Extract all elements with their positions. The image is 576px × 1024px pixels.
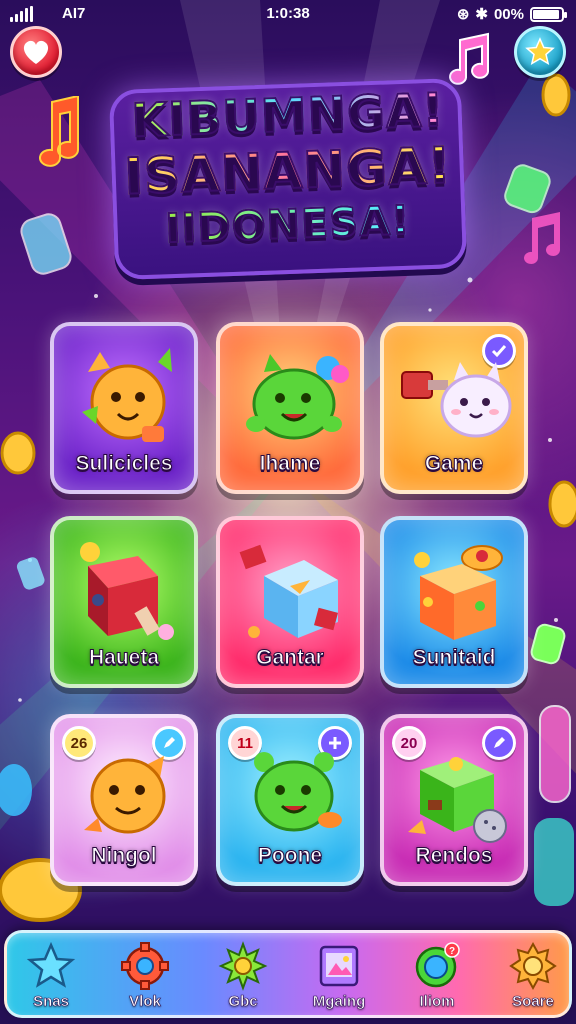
coin-icon (0, 431, 36, 475)
nav-item-snas[interactable]: Snas (3, 939, 99, 1017)
status-bar: AI7 1:0:38 ⊛ ✱ 00% (0, 0, 576, 28)
nav-label: Soare (512, 993, 554, 1011)
game-tile-sunitaid[interactable]: Sunitaid (380, 516, 528, 688)
gem-icon (534, 818, 574, 906)
game-tile-poone[interactable]: 11 Poone (216, 714, 364, 886)
game-title: KIBUMNGA! ISANANGA! IIDONESA! (0, 78, 576, 254)
game-tile-ihame[interactable]: Ihame (216, 322, 364, 494)
svg-text:?: ? (449, 946, 455, 957)
status-right: ⊛ ✱ 00% (456, 5, 567, 23)
battery-percent: 00% (493, 5, 524, 23)
battery-icon (530, 6, 567, 22)
tile-label: Rendos (415, 844, 493, 868)
game-tile-haueta[interactable]: Haueta (50, 516, 198, 688)
tile-label: Game (424, 452, 484, 476)
tile-label: Ihame (259, 452, 321, 476)
orange-creature-art (84, 756, 166, 834)
star-icon (26, 941, 76, 988)
green-creature-art (254, 752, 342, 832)
star-icon (525, 37, 555, 66)
gem-icon (539, 705, 571, 803)
game-tile-sulicicles[interactable]: Sulicicles (50, 322, 198, 494)
tile-label: Ningol (91, 844, 157, 868)
gem-icon (530, 623, 566, 665)
nav-label: Mgaing (312, 993, 366, 1011)
coin-icon (548, 480, 576, 528)
orange-box-art (414, 545, 503, 640)
sun-icon (218, 941, 268, 991)
red-cube-art (80, 542, 174, 640)
tile-label: Haueta (88, 646, 160, 670)
tile-label: Sunitaid (412, 646, 496, 670)
globe-icon: ? (415, 942, 460, 988)
nav-label: Gbc (228, 993, 258, 1011)
picture-icon (319, 945, 359, 987)
favorites-button[interactable] (10, 26, 62, 78)
rewards-button[interactable] (514, 26, 566, 78)
nav-item-gbc[interactable]: Gbc (195, 939, 291, 1017)
bottom-nav: Snas Vlok Gbc Mgaing ? Iliom Soare (4, 930, 572, 1018)
heart-icon (23, 40, 49, 64)
blue-cube-art (239, 544, 338, 638)
green-cube-art (408, 757, 507, 843)
nav-item-soare[interactable]: Soare (485, 939, 576, 1017)
game-tile-rendos[interactable]: 20 Rendos (380, 714, 528, 886)
tile-label: Poone (257, 844, 323, 868)
tile-label: Gantar (256, 646, 325, 670)
nav-label: Iliom (419, 993, 455, 1011)
hotspot-icon: ⊛ (456, 6, 470, 23)
orange-creature-art (82, 348, 172, 442)
nav-label: Vlok (129, 993, 161, 1011)
nav-item-iliom[interactable]: ? Iliom (389, 939, 485, 1017)
nav-item-vlok[interactable]: Vlok (97, 939, 193, 1017)
white-cat-art (401, 362, 512, 438)
game-tile-ningol[interactable]: 26 Ningol (50, 714, 198, 886)
bluetooth-icon: ✱ (475, 6, 488, 23)
game-tile-game[interactable]: Game (380, 322, 528, 494)
badge-icon (509, 941, 557, 991)
nav-item-mgaing[interactable]: Mgaing (291, 939, 387, 1017)
nav-label: Snas (33, 993, 69, 1011)
green-creature-art (246, 354, 349, 440)
tile-label: Sulicicles (75, 452, 173, 476)
gem-icon (0, 764, 32, 816)
gear-icon (121, 942, 169, 990)
gem-icon (16, 557, 45, 590)
game-tile-gantar[interactable]: Gantar (216, 516, 364, 688)
